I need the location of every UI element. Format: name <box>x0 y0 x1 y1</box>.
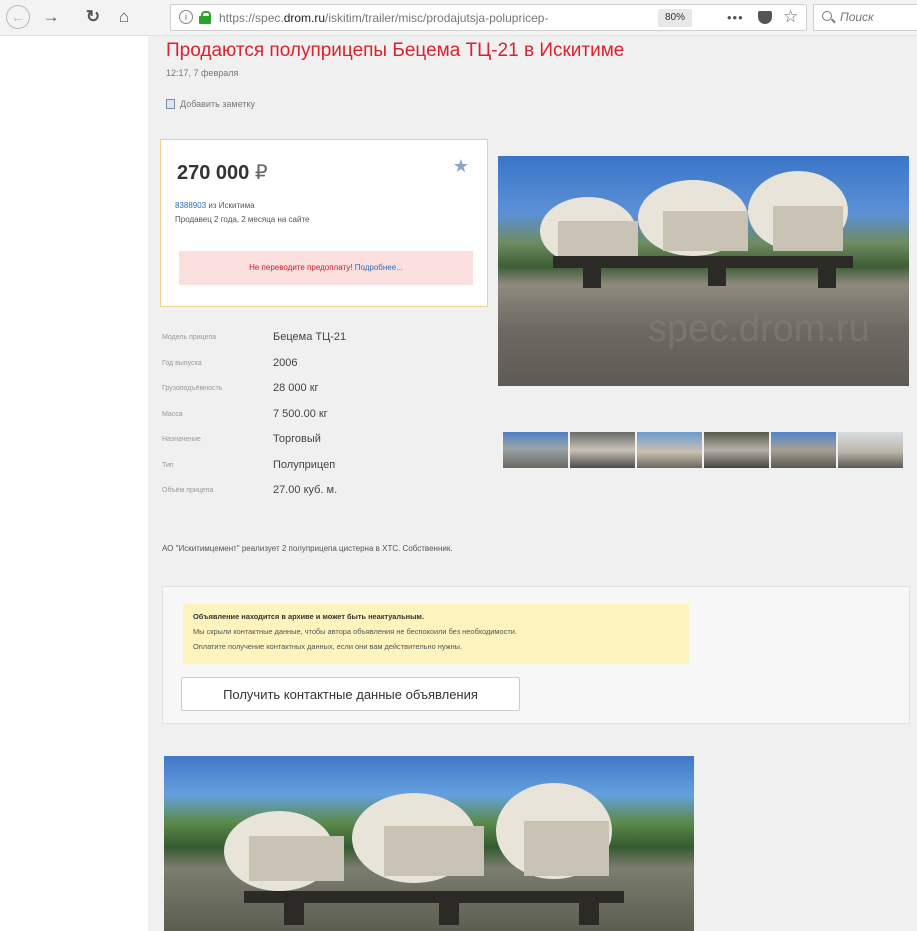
spec-value: 27.00 куб. м. <box>273 484 338 496</box>
spec-key: Масса <box>162 410 183 418</box>
archive-notice-box: Объявление находится в архиве и может бы… <box>162 586 910 724</box>
bookmark-star-icon[interactable]: ☆ <box>783 7 798 27</box>
seller-id-link[interactable]: 8388903 <box>175 201 206 210</box>
seller-age: Продавец 2 года, 2 месяца на сайте <box>175 215 310 224</box>
url-text[interactable]: https://spec.drom.ru/iskitim/trailer/mis… <box>219 11 629 25</box>
search-icon <box>822 11 832 21</box>
spec-value: 28 000 кг <box>273 382 319 394</box>
spec-key: Модель прицепа <box>162 334 217 341</box>
spec-key: Назначение <box>162 436 201 443</box>
page-actions-icon[interactable]: ••• <box>727 10 744 25</box>
pocket-icon[interactable] <box>758 11 772 24</box>
thumbnail[interactable] <box>704 432 769 468</box>
home-button[interactable]: ⌂ <box>113 6 135 28</box>
archive-warning: Объявление находится в архиве и может бы… <box>183 604 689 664</box>
spec-key: Объём прицепа <box>162 487 214 494</box>
price-box: 270 000 ₽ ★ 8388903 из Искитима Продавец… <box>160 139 488 307</box>
info-icon[interactable]: i <box>179 10 193 24</box>
spec-key: Грузоподъёмность <box>162 385 223 392</box>
bottom-photo[interactable] <box>164 756 694 931</box>
thumbnail[interactable] <box>838 432 903 468</box>
archive-warning-head: Объявление находится в архиве и может бы… <box>193 612 424 621</box>
url-bar[interactable]: i https://spec.drom.ru/iskitim/trailer/m… <box>170 4 807 31</box>
archive-warning-text: Мы скрыли контактные данные, чтобы автор… <box>193 627 517 636</box>
thumbnail[interactable] <box>637 432 702 468</box>
reload-button[interactable]: ↻ <box>82 6 104 28</box>
trailer-photo-graphic <box>224 783 624 925</box>
browser-toolbar: ← → ↻ ⌂ i https://spec.drom.ru/iskitim/t… <box>0 0 917 36</box>
add-note-label: Добавить заметку <box>180 99 255 109</box>
page-title: Продаются полуприцепы Бецема ТЦ-21 в Иск… <box>166 40 625 61</box>
thumbnail[interactable] <box>570 432 635 468</box>
seller-city: из Искитима <box>206 201 255 210</box>
warning-more-link[interactable]: Подробнее... <box>355 263 403 272</box>
note-icon <box>166 99 175 109</box>
listing-date: 12:17, 7 февраля <box>166 68 239 78</box>
spec-value: 2006 <box>273 356 298 369</box>
search-input[interactable] <box>840 10 910 24</box>
back-button[interactable]: ← <box>6 5 30 29</box>
prepayment-warning: Не переводите предоплату! Подробнее... <box>179 251 473 285</box>
thumbnail[interactable] <box>771 432 836 468</box>
spec-value: Полуприцеп <box>273 458 336 471</box>
spec-value: 7 500.00 кг <box>273 407 328 420</box>
lock-icon <box>199 11 211 24</box>
listing-page: Продаются полуприцепы Бецема ТЦ-21 в Иск… <box>148 36 917 931</box>
spec-key: Год выпуска <box>162 359 202 367</box>
photo-watermark: spec.drom.ru <box>648 308 870 350</box>
currency-sign: ₽ <box>254 162 268 184</box>
spec-key: Тип <box>162 461 174 469</box>
price: 270 000 ₽ <box>177 162 268 184</box>
seller-info: 8388903 из Искитима Продавец 2 года, 2 м… <box>175 199 310 227</box>
get-contacts-button[interactable]: Получить контактные данные объявления <box>181 677 520 711</box>
listing-description: АО "Искитимцемент" реализует 2 полуприце… <box>162 544 453 553</box>
archive-warning-text: Оплатите получение контактных данных, ес… <box>193 642 463 651</box>
spec-value: Бецема ТЦ-21 <box>273 331 347 343</box>
add-note-link[interactable]: Добавить заметку <box>166 99 255 109</box>
thumbnail[interactable] <box>503 432 568 468</box>
forward-button[interactable]: → <box>40 6 62 28</box>
zoom-indicator[interactable]: 80% <box>658 9 693 27</box>
favorite-star-icon[interactable]: ★ <box>453 156 469 177</box>
photo-thumbnails <box>503 432 903 468</box>
search-bar[interactable] <box>813 4 917 31</box>
trailer-photo-graphic: spec.drom.ru <box>540 171 870 350</box>
spec-value: Торговый <box>273 433 321 445</box>
main-photo[interactable]: spec.drom.ru <box>498 156 909 386</box>
